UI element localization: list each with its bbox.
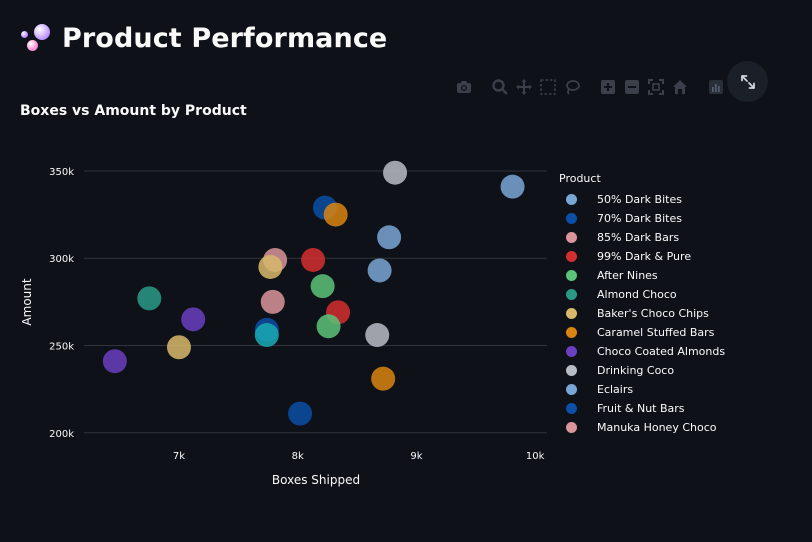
legend-label: Almond Choco bbox=[597, 288, 677, 301]
legend-swatch bbox=[566, 327, 577, 338]
data-point[interactable] bbox=[260, 289, 285, 314]
legend-label: 85% Dark Bars bbox=[597, 231, 680, 244]
data-point[interactable] bbox=[377, 225, 402, 250]
legend-item[interactable]: Drinking Coco bbox=[566, 361, 725, 380]
x-tick-label: 9k bbox=[410, 451, 422, 462]
legend-title: Product bbox=[559, 172, 601, 185]
legend-label: Choco Coated Almonds bbox=[597, 345, 726, 358]
x-tick-label: 10k bbox=[526, 451, 545, 462]
legend-label: 70% Dark Bites bbox=[597, 212, 682, 225]
legend-swatch bbox=[566, 270, 577, 281]
legend-item[interactable]: After Nines bbox=[566, 266, 725, 285]
legend-item[interactable]: Baker's Choco Chips bbox=[566, 304, 725, 323]
legend-label: Caramel Stuffed Bars bbox=[597, 326, 715, 339]
y-tick-label: 250k bbox=[49, 342, 74, 353]
legend-swatch bbox=[566, 422, 577, 433]
x-axis-ticks: 7k 8k 9k 10k bbox=[173, 451, 545, 462]
data-point[interactable] bbox=[258, 254, 283, 279]
data-point[interactable] bbox=[102, 349, 127, 374]
data-point[interactable] bbox=[310, 274, 335, 299]
data-point[interactable] bbox=[500, 174, 525, 199]
legend-label: Drinking Coco bbox=[597, 364, 675, 377]
legend-swatch bbox=[566, 232, 577, 243]
data-point[interactable] bbox=[323, 202, 348, 227]
y-tick-label: 200k bbox=[49, 429, 74, 440]
x-tick-label: 7k bbox=[173, 451, 185, 462]
legend-swatch bbox=[566, 384, 577, 395]
legend-label: 50% Dark Bites bbox=[597, 193, 682, 206]
data-points bbox=[102, 160, 525, 426]
legend-swatch bbox=[566, 289, 577, 300]
legend-item[interactable]: Eclairs bbox=[566, 380, 725, 399]
legend-swatch bbox=[566, 365, 577, 376]
data-point[interactable] bbox=[383, 160, 408, 185]
legend-label: Fruit & Nut Bars bbox=[597, 402, 685, 415]
data-point[interactable] bbox=[166, 335, 191, 360]
legend-item[interactable]: 85% Dark Bars bbox=[566, 228, 725, 247]
legend-swatch bbox=[566, 346, 577, 357]
data-point[interactable] bbox=[316, 314, 341, 339]
x-axis-label: Boxes Shipped bbox=[272, 473, 360, 487]
data-point[interactable] bbox=[254, 323, 279, 348]
x-tick-label: 8k bbox=[292, 451, 304, 462]
data-point[interactable] bbox=[371, 366, 396, 391]
legend-item[interactable]: Choco Coated Almonds bbox=[566, 342, 725, 361]
data-point[interactable] bbox=[301, 247, 326, 272]
y-tick-label: 350k bbox=[49, 167, 74, 178]
legend-item[interactable]: Caramel Stuffed Bars bbox=[566, 323, 725, 342]
legend-swatch bbox=[566, 194, 577, 205]
data-point[interactable] bbox=[137, 286, 162, 311]
legend-item[interactable]: Almond Choco bbox=[566, 285, 725, 304]
legend-label: Baker's Choco Chips bbox=[597, 307, 709, 320]
y-tick-label: 300k bbox=[49, 254, 74, 265]
legend-label: 99% Dark & Pure bbox=[597, 250, 692, 263]
legend-swatch bbox=[566, 213, 577, 224]
legend-label: Eclairs bbox=[597, 383, 634, 396]
chart-legend: 50% Dark Bites 70% Dark Bites 85% Dark Bar… bbox=[566, 190, 725, 437]
data-point[interactable] bbox=[181, 307, 206, 332]
y-axis-ticks: 200k 250k 300k 350k bbox=[49, 167, 74, 440]
legend-item[interactable]: Fruit & Nut Bars bbox=[566, 399, 725, 418]
y-axis-label: Amount bbox=[20, 278, 34, 325]
legend-swatch bbox=[566, 308, 577, 319]
legend-label: After Nines bbox=[597, 269, 658, 282]
legend-item[interactable]: 50% Dark Bites bbox=[566, 190, 725, 209]
legend-item[interactable]: Manuka Honey Choco bbox=[566, 418, 725, 437]
data-point[interactable] bbox=[367, 258, 392, 283]
legend-swatch bbox=[566, 403, 577, 414]
data-point[interactable] bbox=[288, 401, 313, 426]
data-point[interactable] bbox=[365, 323, 390, 348]
legend-item[interactable]: 70% Dark Bites bbox=[566, 209, 725, 228]
legend-item[interactable]: 99% Dark & Pure bbox=[566, 247, 725, 266]
legend-swatch bbox=[566, 251, 577, 262]
legend-label: Manuka Honey Choco bbox=[597, 421, 717, 434]
